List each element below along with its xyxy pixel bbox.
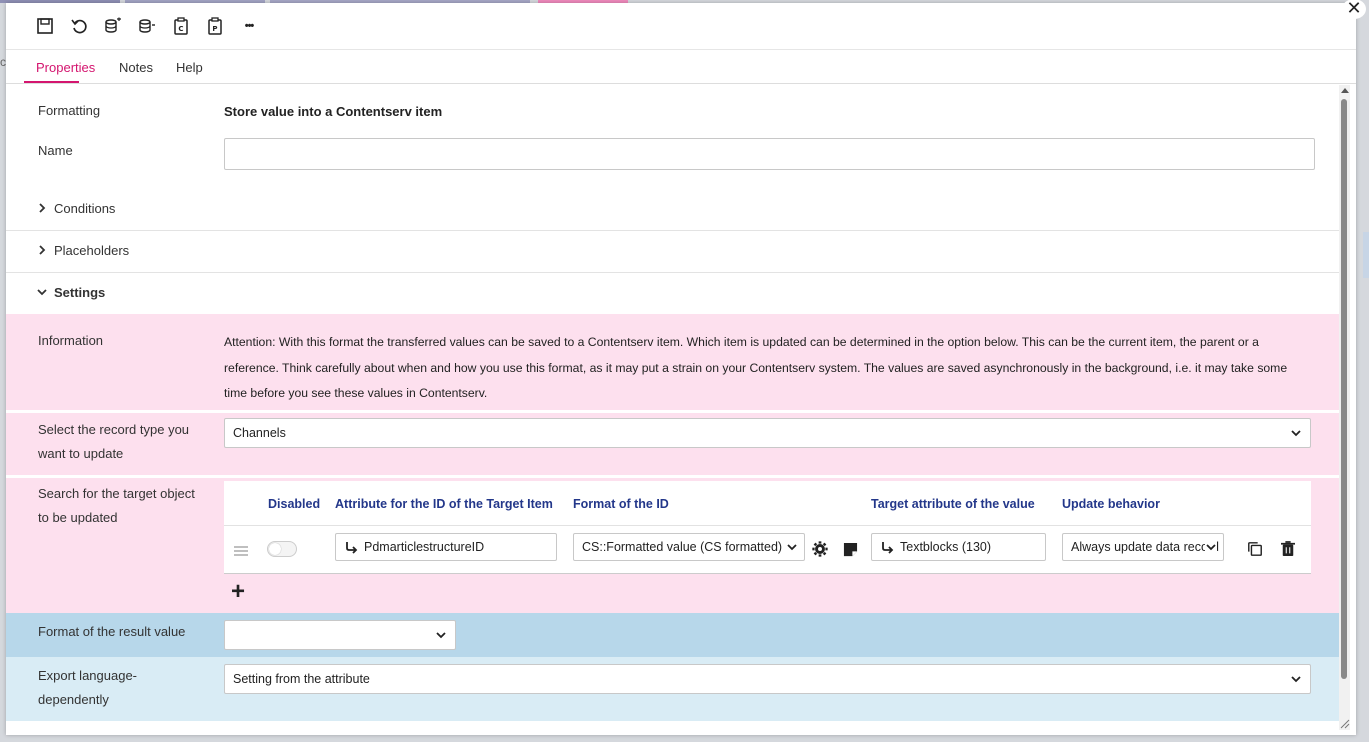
format-id-select[interactable]: CS::Formatted value (CS formatted) bbox=[573, 533, 805, 561]
chevron-down-icon bbox=[1205, 541, 1217, 553]
section-settings[interactable]: Settings bbox=[6, 272, 1342, 314]
active-tab-indicator bbox=[24, 81, 79, 83]
scrollbar-thumb[interactable] bbox=[1341, 99, 1347, 679]
svg-text:P: P bbox=[212, 25, 217, 33]
resize-grip-icon[interactable] bbox=[1340, 719, 1350, 729]
toolbar: C P ••• bbox=[6, 3, 1356, 50]
database-export-icon[interactable] bbox=[102, 15, 124, 37]
section-title: Settings bbox=[54, 285, 106, 300]
column-header-disabled: Disabled bbox=[268, 497, 321, 511]
table-row: PdmarticlestructureID CS::Formatted valu… bbox=[224, 525, 1311, 574]
target-attribute-value: Textblocks (130) bbox=[900, 540, 992, 554]
name-input[interactable] bbox=[224, 138, 1315, 170]
information-text: Attention: With this format the transfer… bbox=[224, 335, 1288, 400]
tab-properties[interactable]: Properties bbox=[36, 60, 95, 75]
gear-icon[interactable] bbox=[810, 539, 830, 559]
section-placeholders[interactable]: Placeholders bbox=[6, 230, 1342, 273]
note-icon[interactable] bbox=[840, 539, 860, 559]
add-row-button[interactable]: + bbox=[231, 580, 249, 604]
export-language-label: Export language-dependently bbox=[38, 668, 138, 707]
formatting-value: Store value into a Contentserv item bbox=[224, 104, 443, 119]
result-format-row bbox=[6, 613, 1342, 657]
target-attribute-field[interactable]: Textblocks (130) bbox=[871, 533, 1046, 561]
reference-arrow-icon bbox=[346, 541, 358, 554]
update-behavior-select[interactable]: Always update data record bbox=[1062, 533, 1224, 561]
disabled-toggle[interactable] bbox=[267, 541, 297, 557]
record-type-select[interactable]: Channels bbox=[224, 418, 1311, 448]
background-panel bbox=[1363, 232, 1369, 278]
trash-icon[interactable] bbox=[1278, 539, 1298, 559]
format-id-value: CS::Formatted value (CS formatted) bbox=[582, 540, 783, 554]
more-icon[interactable]: ••• bbox=[238, 15, 260, 37]
tab-notes[interactable]: Notes bbox=[119, 60, 153, 75]
close-icon[interactable]: ✕ bbox=[1342, 0, 1366, 19]
column-header-attribute-id: Attribute for the ID of the Target Item bbox=[335, 497, 553, 511]
attribute-id-value: PdmarticlestructureID bbox=[364, 540, 485, 554]
chevron-down-icon bbox=[1291, 430, 1301, 437]
result-format-label: Format of the result value bbox=[38, 624, 186, 639]
export-language-select[interactable]: Setting from the attribute bbox=[224, 664, 1311, 694]
save-icon[interactable] bbox=[34, 15, 56, 37]
target-grid: Disabled Attribute for the ID of the Tar… bbox=[224, 481, 1311, 574]
record-type-value: Channels bbox=[233, 426, 286, 440]
column-header-format-id: Format of the ID bbox=[573, 497, 669, 511]
clipboard-paste-icon[interactable]: P bbox=[204, 15, 226, 37]
clipboard-copy-icon[interactable]: C bbox=[170, 15, 192, 37]
svg-text:C: C bbox=[178, 25, 183, 33]
section-title: Placeholders bbox=[54, 243, 130, 258]
database-import-icon[interactable] bbox=[136, 15, 158, 37]
update-behavior-value: Always update data record bbox=[1071, 540, 1220, 554]
chevron-right-icon bbox=[39, 245, 46, 255]
result-format-select[interactable] bbox=[224, 620, 456, 650]
reference-arrow-icon bbox=[882, 541, 894, 554]
export-language-value: Setting from the attribute bbox=[233, 672, 370, 686]
section-title: Conditions bbox=[54, 201, 116, 216]
column-header-target-attribute: Target attribute of the value bbox=[871, 497, 1035, 511]
chevron-right-icon bbox=[39, 203, 46, 213]
chevron-down-icon bbox=[37, 289, 47, 296]
search-target-label: Search for the target object to be updat… bbox=[38, 486, 195, 525]
tab-help[interactable]: Help bbox=[176, 60, 203, 75]
record-type-label: Select the record type you want to updat… bbox=[38, 422, 190, 461]
column-header-update-behavior: Update behavior bbox=[1062, 497, 1160, 511]
tab-bar: Properties Notes Help bbox=[6, 50, 1356, 84]
properties-dialog: C P ••• Properties Notes Help Formatting… bbox=[6, 3, 1356, 735]
section-conditions[interactable]: Conditions bbox=[6, 188, 1342, 231]
duplicate-icon[interactable] bbox=[1245, 539, 1265, 559]
vertical-scrollbar[interactable] bbox=[1339, 85, 1350, 730]
drag-handle-icon[interactable] bbox=[234, 546, 248, 556]
information-label: Information bbox=[38, 333, 104, 348]
chevron-down-icon bbox=[786, 541, 798, 553]
undo-icon[interactable] bbox=[68, 15, 90, 37]
scroll-up-arrow-icon[interactable] bbox=[1341, 88, 1349, 93]
name-label: Name bbox=[38, 143, 73, 158]
attribute-id-field[interactable]: PdmarticlestructureID bbox=[335, 533, 557, 561]
chevron-down-icon bbox=[436, 632, 446, 639]
formatting-label: Formatting bbox=[38, 103, 101, 118]
chevron-down-icon bbox=[1291, 676, 1301, 683]
